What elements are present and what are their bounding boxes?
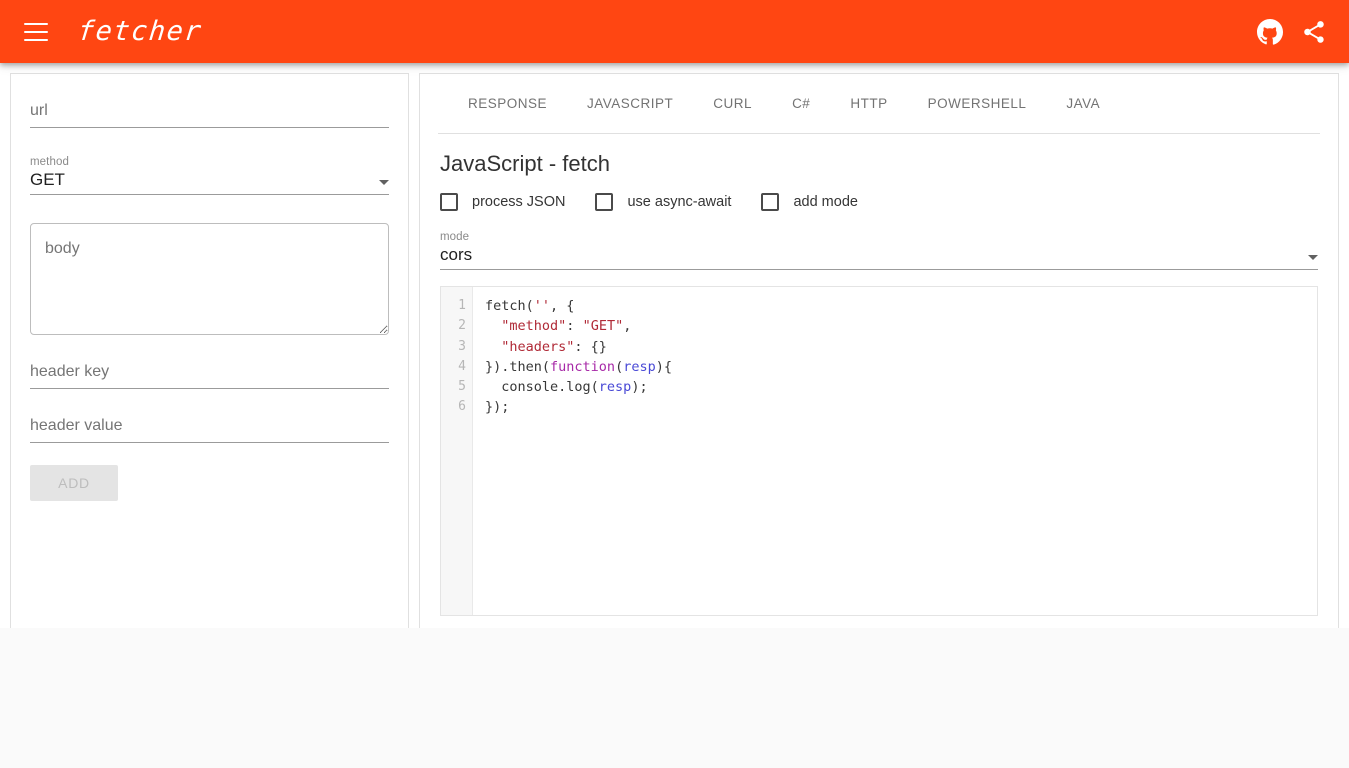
method-selected-value: GET [30, 170, 65, 189]
header-key-field-wrapper [30, 335, 389, 389]
line-number: 3 [458, 338, 466, 354]
method-label: method [30, 156, 69, 168]
checkbox-label: use async-await [627, 194, 732, 210]
panel-title: JavaScript - fetch [440, 151, 610, 176]
mode-select[interactable]: cors [440, 245, 1318, 270]
checkbox-label: process JSON [472, 194, 566, 210]
header-value-input[interactable] [30, 417, 389, 443]
tab-powershell[interactable]: POWERSHELL [908, 74, 1047, 133]
tab-http[interactable]: HTTP [830, 74, 907, 133]
app-header: fetcher [0, 0, 1349, 63]
line-number: 6 [458, 399, 466, 415]
header-actions [1257, 18, 1327, 45]
tab-javascript[interactable]: JAVASCRIPT [567, 74, 693, 133]
line-number: 2 [458, 318, 466, 334]
output-card: RESPONSE JAVASCRIPT CURL C# HTTP POWERSH… [419, 73, 1339, 628]
tab-csharp[interactable]: C# [772, 74, 830, 133]
line-number: 4 [458, 358, 466, 374]
method-select[interactable]: GET [30, 170, 389, 195]
url-input[interactable] [30, 102, 389, 128]
mode-label: mode [440, 231, 470, 243]
code-line-numbers: 1 2 3 4 5 6 [441, 287, 473, 615]
github-icon[interactable] [1257, 18, 1284, 45]
mode-selected-value: cors [440, 245, 473, 264]
output-pane: RESPONSE JAVASCRIPT CURL C# HTTP POWERSH… [419, 63, 1349, 628]
add-header-button[interactable]: ADD [30, 465, 118, 501]
request-pane: method GET ADD [0, 63, 419, 628]
url-field-wrapper [30, 74, 389, 128]
checkbox-use-async-await[interactable]: use async-await [595, 193, 731, 211]
checkbox-add-mode[interactable]: add mode [761, 193, 858, 211]
options-checkbox-row: process JSON use async-await add mode [440, 193, 1320, 211]
hamburger-menu-icon[interactable] [24, 22, 48, 41]
line-number: 1 [458, 298, 466, 313]
body-textarea[interactable] [30, 223, 389, 335]
code-viewer: 1 2 3 4 5 6 fetch('', { "method": "GET",… [440, 286, 1318, 616]
checkbox-box-icon [595, 193, 614, 211]
header-key-input[interactable] [30, 363, 389, 389]
mode-field-wrapper: mode cors [440, 231, 1318, 270]
request-card: method GET ADD [10, 73, 409, 628]
tab-java[interactable]: JAVA [1046, 74, 1120, 133]
line-number: 5 [458, 379, 466, 395]
checkbox-box-icon [440, 193, 458, 211]
tab-curl[interactable]: CURL [693, 74, 772, 133]
main-content: method GET ADD RESPONSE JAVASCR [0, 63, 1349, 628]
checkbox-process-json[interactable]: process JSON [440, 193, 565, 211]
checkbox-label: add mode [793, 194, 858, 210]
share-icon[interactable] [1301, 19, 1327, 45]
output-tabs: RESPONSE JAVASCRIPT CURL C# HTTP POWERSH… [438, 74, 1320, 134]
body-field-wrapper [30, 195, 389, 335]
tab-response[interactable]: RESPONSE [448, 74, 567, 133]
chevron-down-icon [379, 180, 389, 185]
header-value-field-wrapper [30, 389, 389, 443]
checkbox-box-icon [761, 193, 780, 211]
code-content[interactable]: fetch('', { "method": "GET", "headers": … [473, 287, 1317, 615]
page-background-below-fold [0, 628, 1349, 768]
method-field-wrapper: method GET [30, 128, 389, 195]
app-brand-logo: fetcher [76, 16, 204, 47]
chevron-down-icon [1308, 255, 1318, 260]
